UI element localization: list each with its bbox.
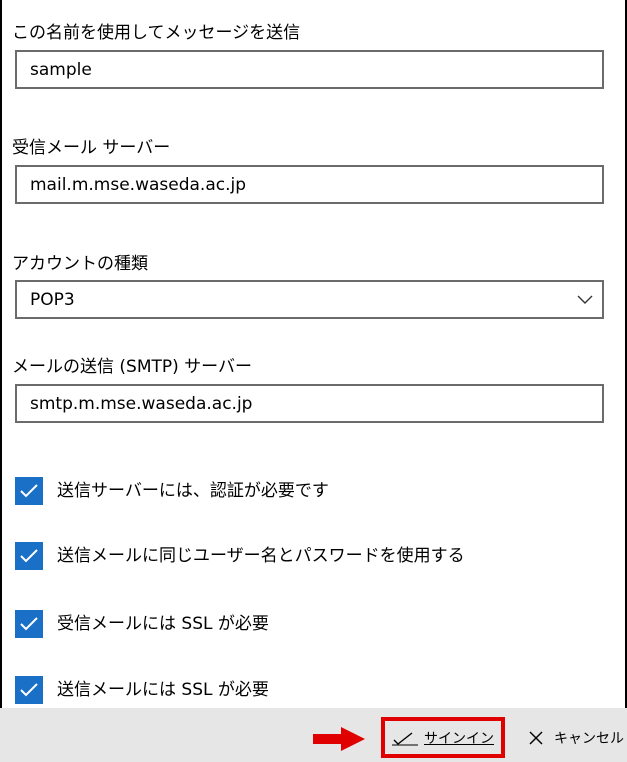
chevron-down-icon xyxy=(576,294,594,306)
display-name-value: sample xyxy=(30,59,92,80)
outgoing-ssl-checkbox[interactable] xyxy=(15,676,43,704)
checkbox-row-incoming-ssl[interactable]: 受信メールには SSL が必要 xyxy=(15,609,269,639)
incoming-ssl-checkbox[interactable] xyxy=(15,610,43,638)
close-icon xyxy=(529,731,543,744)
outgoing-server-value: smtp.m.mse.waseda.ac.jp xyxy=(30,393,253,414)
checkbox-row-same-credentials[interactable]: 送信メールに同じユーザー名とパスワードを使用する xyxy=(15,541,465,571)
account-type-value: POP3 xyxy=(30,289,75,310)
incoming-server-value: mail.m.mse.waseda.ac.jp xyxy=(30,174,247,195)
checkmark-icon xyxy=(20,549,38,563)
cancel-label: キャンセル xyxy=(554,730,624,747)
same-credentials-checkbox[interactable] xyxy=(15,542,43,570)
incoming-server-field[interactable]: mail.m.mse.waseda.ac.jp xyxy=(15,165,604,204)
outgoing-server-field[interactable]: smtp.m.mse.waseda.ac.jp xyxy=(15,384,604,423)
display-name-field[interactable]: sample xyxy=(15,50,604,89)
display-name-label: この名前を使用してメッセージを送信 xyxy=(12,23,301,43)
window-left-border xyxy=(0,0,2,762)
checkbox-row-auth-required[interactable]: 送信サーバーには、認証が必要です xyxy=(15,476,329,506)
checkmark-icon xyxy=(20,683,38,697)
red-arrow-icon xyxy=(313,727,365,751)
incoming-server-label: 受信メール サーバー xyxy=(12,138,171,158)
signin-button[interactable]: サインイン xyxy=(381,717,505,758)
account-settings-window: この名前を使用してメッセージを送信 sample 受信メール サーバー mail… xyxy=(0,0,627,762)
outgoing-ssl-label: 送信メールには SSL が必要 xyxy=(57,680,269,700)
checkmark-icon xyxy=(20,484,38,498)
incoming-ssl-label: 受信メールには SSL が必要 xyxy=(57,614,269,634)
auth-required-checkbox[interactable] xyxy=(15,477,43,505)
checkbox-row-outgoing-ssl[interactable]: 送信メールには SSL が必要 xyxy=(15,675,269,705)
account-type-select[interactable]: POP3 xyxy=(15,280,604,319)
checkmark-icon xyxy=(20,617,38,631)
auth-required-label: 送信サーバーには、認証が必要です xyxy=(57,481,329,501)
checkmark-icon xyxy=(392,731,418,745)
signin-label: サインイン xyxy=(424,730,494,747)
same-credentials-label: 送信メールに同じユーザー名とパスワードを使用する xyxy=(57,546,465,566)
account-type-label: アカウントの種類 xyxy=(12,254,148,274)
cancel-button[interactable]: キャンセル xyxy=(528,717,627,758)
outgoing-server-label: メールの送信 (SMTP) サーバー xyxy=(12,357,252,377)
